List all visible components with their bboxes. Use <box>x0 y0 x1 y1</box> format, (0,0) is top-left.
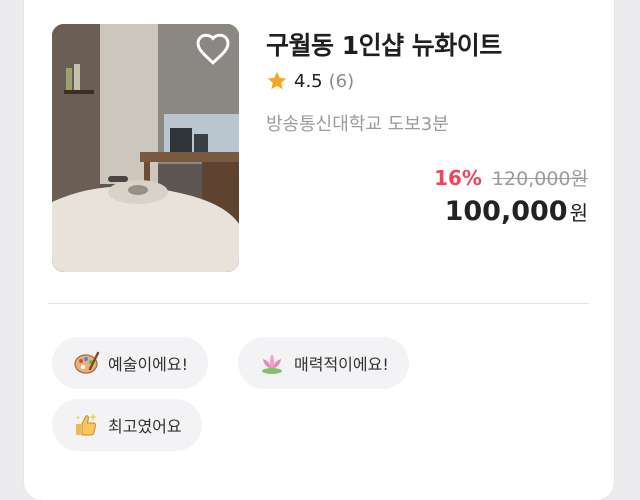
review-tag-label: 최고였어요 <box>108 417 182 436</box>
review-tag-chip[interactable]: 예술이에요! <box>52 337 209 389</box>
review-tag-chip[interactable]: 매력적이에요! <box>238 337 409 389</box>
listing-thumbnail[interactable] <box>52 24 239 272</box>
price-row: 100,000 원 <box>445 196 588 227</box>
discount-rate: 16% <box>434 166 482 190</box>
lotus-emoji-icon <box>262 354 282 374</box>
sale-price: 100,000 <box>444 196 568 227</box>
rating: 4.5 (6) <box>266 70 354 92</box>
review-tag-label: 매력적이에요! <box>294 355 389 374</box>
thumbs-up-sparkle-emoji-icon <box>75 413 97 436</box>
discount-row: 16% 120,000원 <box>434 164 588 191</box>
review-tag-label: 예술이에요! <box>108 355 189 374</box>
original-price: 120,000원 <box>491 168 588 190</box>
currency-unit: 원 <box>569 201 588 225</box>
review-tag-chip[interactable]: 최고였어요 <box>52 399 202 451</box>
star-icon <box>267 71 287 90</box>
review-count: (6) <box>328 70 355 92</box>
listing-title[interactable]: 구월동 1인샵 뉴화이트 <box>266 26 502 62</box>
divider <box>48 303 589 304</box>
location-text: 방송통신대학교 도보3분 <box>266 114 449 135</box>
art-emoji-icon <box>74 351 100 374</box>
rating-score: 4.5 <box>294 70 323 92</box>
favorite-heart-icon[interactable] <box>195 32 231 68</box>
